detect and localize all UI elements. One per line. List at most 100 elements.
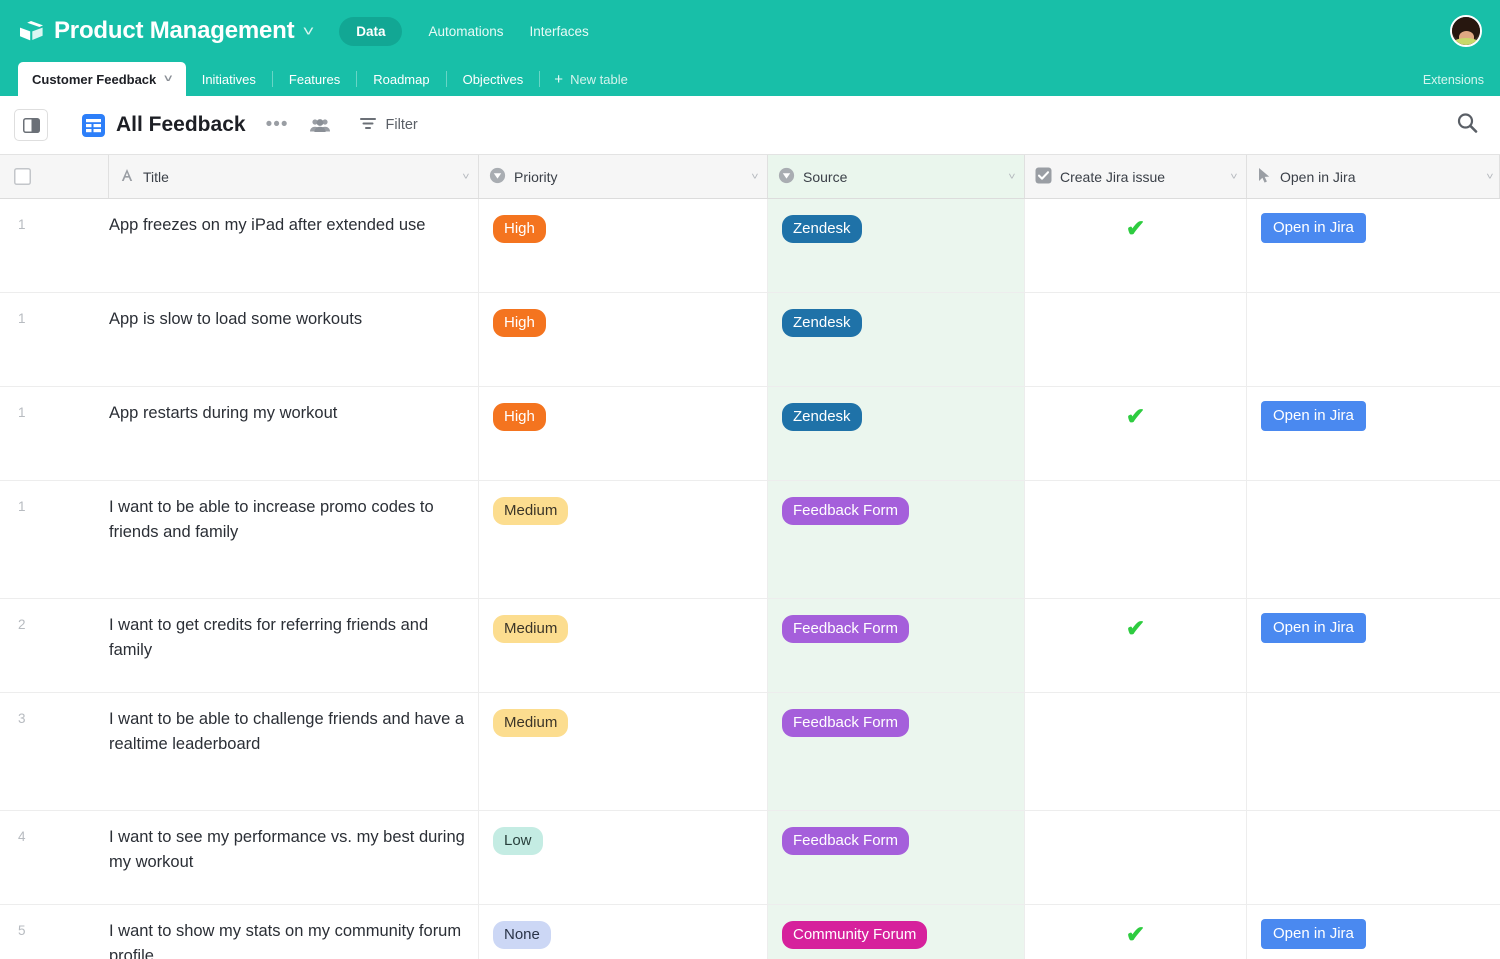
base-title[interactable]: Product Management xyxy=(54,17,294,45)
search-icon[interactable] xyxy=(1456,112,1478,139)
table-tab-label: Roadmap xyxy=(373,72,429,87)
table-row[interactable]: 4I want to see my performance vs. my bes… xyxy=(0,811,1500,905)
cell-title[interactable]: I want to get credits for referring frie… xyxy=(109,599,479,692)
open-in-jira-button[interactable]: Open in Jira xyxy=(1261,401,1366,431)
chevron-down-icon[interactable]: ˅ xyxy=(303,23,315,40)
open-in-jira-button[interactable]: Open in Jira xyxy=(1261,213,1366,243)
cell-priority[interactable]: Low xyxy=(479,811,768,904)
table-tab-customer-feedback[interactable]: Customer Feedback ˅ xyxy=(18,62,186,96)
new-table-label: New table xyxy=(570,72,628,87)
cell-source[interactable]: Feedback Form xyxy=(768,599,1025,692)
ellipsis-icon[interactable]: ••• xyxy=(266,120,289,130)
table-tab-objectives[interactable]: Objectives xyxy=(447,62,540,96)
cell-create-jira-issue[interactable] xyxy=(1025,811,1247,904)
open-in-jira-button[interactable]: Open in Jira xyxy=(1261,613,1366,643)
extensions-button[interactable]: Extensions xyxy=(1423,73,1484,87)
column-header-create-jira-issue[interactable]: Create Jira issue ˅ xyxy=(1025,155,1247,198)
row-number: 3 xyxy=(0,693,109,810)
column-header-title[interactable]: Title ˅ xyxy=(109,155,479,198)
chevron-down-icon[interactable]: ˅ xyxy=(1486,171,1493,182)
table-tab-roadmap[interactable]: Roadmap xyxy=(357,62,445,96)
cell-open-in-jira[interactable] xyxy=(1247,811,1500,904)
grid-header-row: Title ˅ Priority ˅ Source ˅ xyxy=(0,155,1500,199)
chevron-down-icon[interactable]: ˅ xyxy=(1230,171,1237,182)
column-header-source[interactable]: Source ˅ xyxy=(768,155,1025,198)
cell-source[interactable]: Zendesk xyxy=(768,293,1025,386)
cell-source[interactable]: Zendesk xyxy=(768,387,1025,480)
single-select-icon xyxy=(489,167,506,187)
cell-title[interactable]: App is slow to load some workouts xyxy=(109,293,479,386)
cell-title[interactable]: I want to be able to increase promo code… xyxy=(109,481,479,598)
column-header-open-in-jira[interactable]: Open in Jira ˅ xyxy=(1247,155,1500,198)
text-field-icon xyxy=(119,167,135,186)
table-tab-initiatives[interactable]: Initiatives xyxy=(186,62,272,96)
cell-source[interactable]: Community Forum xyxy=(768,905,1025,959)
table-row[interactable]: 1App freezes on my iPad after extended u… xyxy=(0,199,1500,293)
grid-body: 1App freezes on my iPad after extended u… xyxy=(0,199,1500,959)
table-row[interactable]: 1App is slow to load some workoutsHighZe… xyxy=(0,293,1500,387)
row-number: 1 xyxy=(0,481,109,598)
page-title[interactable]: All Feedback xyxy=(116,113,246,137)
filter-button[interactable]: Filter xyxy=(359,116,418,134)
row-number: 1 xyxy=(0,199,109,292)
table-row[interactable]: 1I want to be able to increase promo cod… xyxy=(0,481,1500,599)
open-in-jira-button[interactable]: Open in Jira xyxy=(1261,919,1366,949)
cell-priority[interactable]: None xyxy=(479,905,768,959)
cell-title[interactable]: App restarts during my workout xyxy=(109,387,479,480)
cell-priority[interactable]: Medium xyxy=(479,599,768,692)
chevron-down-icon[interactable]: ˅ xyxy=(751,171,758,182)
priority-badge: None xyxy=(493,921,551,949)
view-toolbar: All Feedback ••• Filter xyxy=(0,96,1500,155)
user-avatar[interactable] xyxy=(1450,15,1482,47)
cell-source[interactable]: Feedback Form xyxy=(768,811,1025,904)
new-table-button[interactable]: + New table xyxy=(540,62,642,96)
cell-open-in-jira[interactable]: Open in Jira xyxy=(1247,599,1500,692)
row-number: 1 xyxy=(0,293,109,386)
cell-title[interactable]: App freezes on my iPad after extended us… xyxy=(109,199,479,292)
chevron-down-icon[interactable]: ˅ xyxy=(1008,171,1015,182)
column-header-label: Source xyxy=(803,169,847,185)
select-all-checkbox[interactable] xyxy=(0,155,109,198)
cell-open-in-jira[interactable]: Open in Jira xyxy=(1247,199,1500,292)
table-row[interactable]: 5I want to show my stats on my community… xyxy=(0,905,1500,959)
cell-open-in-jira[interactable]: Open in Jira xyxy=(1247,905,1500,959)
cell-source[interactable]: Zendesk xyxy=(768,199,1025,292)
cell-create-jira-issue[interactable] xyxy=(1025,481,1247,598)
cell-open-in-jira[interactable] xyxy=(1247,481,1500,598)
people-group-icon[interactable] xyxy=(309,117,331,134)
column-header-label: Title xyxy=(143,169,169,185)
cell-open-in-jira[interactable]: Open in Jira xyxy=(1247,387,1500,480)
cell-open-in-jira[interactable] xyxy=(1247,693,1500,810)
mode-tab-automations[interactable]: Automations xyxy=(428,24,503,39)
cell-title[interactable]: I want to show my stats on my community … xyxy=(109,905,479,959)
cell-priority[interactable]: High xyxy=(479,199,768,292)
mode-tab-data[interactable]: Data xyxy=(339,17,402,46)
cell-create-jira-issue[interactable] xyxy=(1025,293,1247,386)
cell-source[interactable]: Feedback Form xyxy=(768,481,1025,598)
table-row[interactable]: 2I want to get credits for referring fri… xyxy=(0,599,1500,693)
table-tab-label: Customer Feedback xyxy=(32,72,156,87)
cell-priority[interactable]: Medium xyxy=(479,693,768,810)
cell-source[interactable]: Feedback Form xyxy=(768,693,1025,810)
cell-title[interactable]: I want to see my performance vs. my best… xyxy=(109,811,479,904)
cell-title[interactable]: I want to be able to challenge friends a… xyxy=(109,693,479,810)
chevron-down-icon[interactable]: ˅ xyxy=(462,171,469,182)
table-tab-features[interactable]: Features xyxy=(273,62,356,96)
column-header-label: Open in Jira xyxy=(1280,169,1355,185)
cell-create-jira-issue[interactable]: ✔ xyxy=(1025,199,1247,292)
chevron-down-icon[interactable]: ˅ xyxy=(164,73,172,85)
table-row[interactable]: 1App restarts during my workoutHighZende… xyxy=(0,387,1500,481)
cell-priority[interactable]: High xyxy=(479,293,768,386)
mode-tab-interfaces[interactable]: Interfaces xyxy=(530,24,589,39)
sidebar-panel-icon[interactable] xyxy=(14,109,48,141)
cell-priority[interactable]: Medium xyxy=(479,481,768,598)
cell-open-in-jira[interactable] xyxy=(1247,293,1500,386)
cell-priority[interactable]: High xyxy=(479,387,768,480)
cell-create-jira-issue[interactable] xyxy=(1025,693,1247,810)
cell-create-jira-issue[interactable]: ✔ xyxy=(1025,387,1247,480)
column-header-priority[interactable]: Priority ˅ xyxy=(479,155,768,198)
table-row[interactable]: 3I want to be able to challenge friends … xyxy=(0,693,1500,811)
cell-create-jira-issue[interactable]: ✔ xyxy=(1025,905,1247,959)
cell-create-jira-issue[interactable]: ✔ xyxy=(1025,599,1247,692)
row-number: 1 xyxy=(0,387,109,480)
